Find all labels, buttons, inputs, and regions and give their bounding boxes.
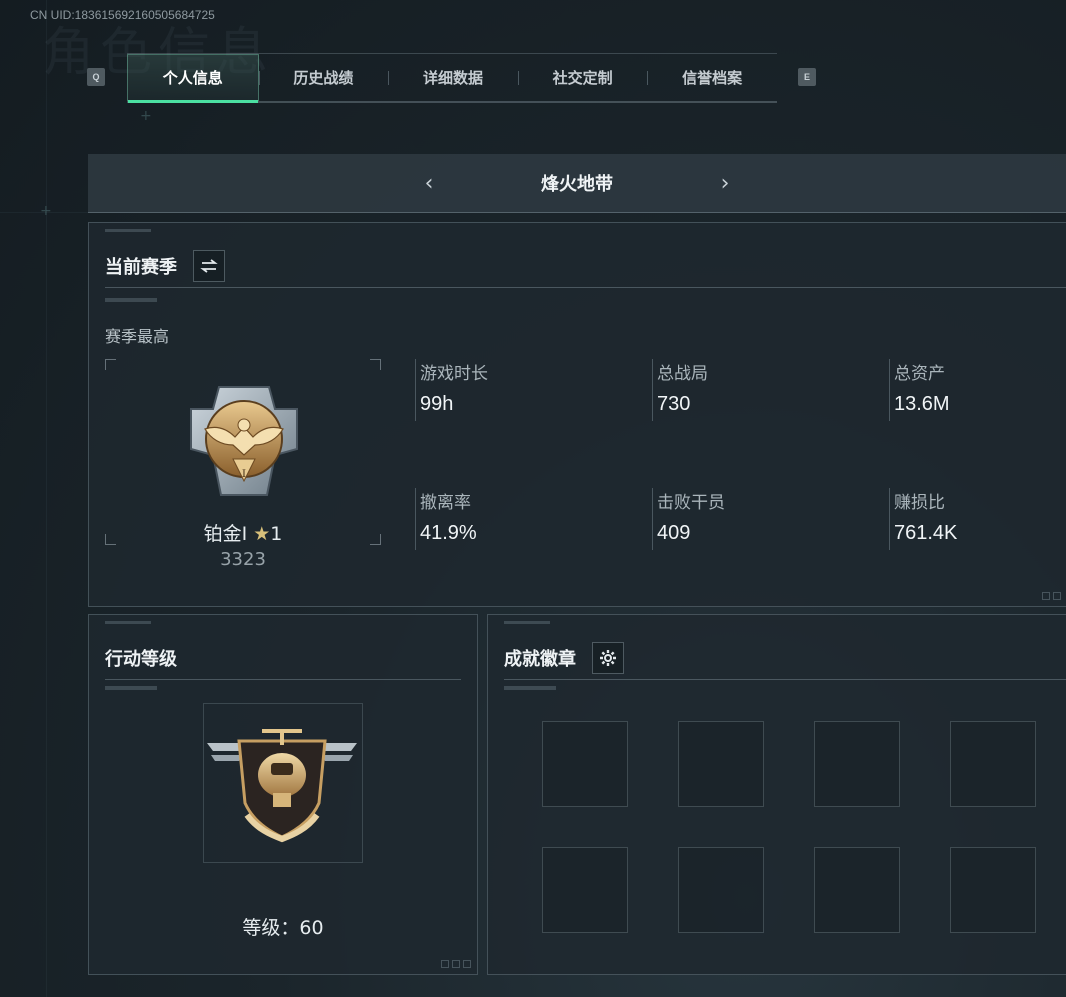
achievement-slot[interactable]	[814, 721, 900, 807]
season-title: 当前赛季	[105, 257, 177, 278]
stat-label: 游戏时长	[420, 364, 488, 384]
corner-decoration	[441, 960, 471, 968]
background-gridline	[46, 0, 47, 997]
main-tabs: 个人信息 历史战绩 详细数据 社交定制 信誉档案	[127, 53, 777, 103]
tab-social-custom[interactable]: 社交定制	[517, 54, 648, 101]
rank-star-count: 1	[270, 523, 283, 545]
mode-selector: ‹ 烽火地带 ›	[88, 154, 1066, 213]
achievement-slot[interactable]	[542, 721, 628, 807]
panel-tag	[105, 621, 151, 624]
achievement-slot[interactable]	[950, 721, 1036, 807]
panel-tag	[105, 298, 157, 302]
stat-value: 730	[657, 393, 691, 415]
tab-match-history[interactable]: 历史战绩	[258, 54, 389, 101]
rank-name: 铂金I ★1	[105, 519, 381, 546]
crosshair-decoration: +	[140, 108, 152, 124]
achievement-slot[interactable]	[542, 847, 628, 933]
panel-tag	[105, 686, 157, 690]
mode-title: 烽火地带	[541, 174, 613, 195]
stat-profit-loss-ratio: 赚损比 761.4K	[889, 488, 957, 550]
stat-label: 撤离率	[420, 493, 471, 513]
stat-label: 总战局	[657, 364, 708, 384]
season-panel: 当前赛季 赛季最高 I 铂金I ★1 3323 游戏时长 99h 总战局 730…	[88, 222, 1066, 607]
tab-personal-info[interactable]: 个人信息	[127, 54, 259, 103]
achievement-slot[interactable]	[950, 847, 1036, 933]
season-header: 当前赛季	[105, 245, 1066, 288]
panel-tag	[105, 229, 151, 232]
stat-playtime: 游戏时长 99h	[415, 359, 488, 421]
achievement-slot[interactable]	[678, 847, 764, 933]
corner-decoration	[1042, 592, 1061, 600]
stat-total-matches: 总战局 730	[652, 359, 708, 421]
platinum-rank-emblem: I	[190, 386, 298, 496]
rank-card: I 铂金I ★1 3323	[105, 359, 381, 570]
stat-label: 总资产	[894, 364, 945, 384]
stat-label: 击败干员	[657, 493, 725, 513]
achievement-slot[interactable]	[814, 847, 900, 933]
rank-title: 铂金I	[203, 523, 248, 545]
stat-operators-defeated: 击败干员 409	[652, 488, 725, 550]
achievements-header: 成就徽章	[504, 637, 1066, 680]
panel-tag	[504, 686, 556, 690]
stat-value: 99h	[420, 393, 454, 415]
season-best-label: 赛季最高	[105, 327, 170, 346]
action-level: 等级：60	[242, 917, 324, 939]
level-header: 行动等级	[105, 637, 461, 680]
stat-label: 赚损比	[894, 493, 945, 513]
next-tab-key[interactable]: E	[798, 68, 816, 86]
tab-reputation[interactable]: 信誉档案	[647, 54, 777, 101]
level-title: 行动等级	[105, 649, 177, 670]
delta-force-emblem-icon	[207, 729, 357, 843]
level-panel: 行动等级 等级：60	[88, 614, 478, 975]
svg-text:I: I	[242, 469, 246, 480]
user-uid: CN UID:18361569216050568​4725	[30, 8, 215, 22]
swap-icon[interactable]	[193, 250, 225, 282]
stat-total-assets: 总资产 13.6M	[889, 359, 950, 421]
tab-detailed-data[interactable]: 详细数据	[388, 54, 518, 101]
stat-value: 13.6M	[894, 393, 950, 415]
prev-tab-key[interactable]: Q	[87, 68, 105, 86]
panel-tag	[504, 621, 550, 624]
stat-value: 761.4K	[894, 522, 958, 544]
crosshair-decoration: +	[40, 203, 52, 219]
achievement-slot[interactable]	[678, 721, 764, 807]
stat-value: 41.9%	[420, 522, 477, 544]
chevron-right-icon[interactable]: ›	[707, 171, 743, 196]
achievements-title: 成就徽章	[504, 649, 576, 670]
star-icon: ★	[253, 523, 271, 545]
gear-icon[interactable]	[592, 642, 624, 674]
achievements-panel: 成就徽章	[487, 614, 1066, 975]
stat-extraction-rate: 撤离率 41.9%	[415, 488, 477, 550]
chevron-left-icon[interactable]: ‹	[411, 171, 447, 196]
stat-value: 409	[657, 522, 691, 544]
rank-score: 3323	[220, 549, 266, 570]
